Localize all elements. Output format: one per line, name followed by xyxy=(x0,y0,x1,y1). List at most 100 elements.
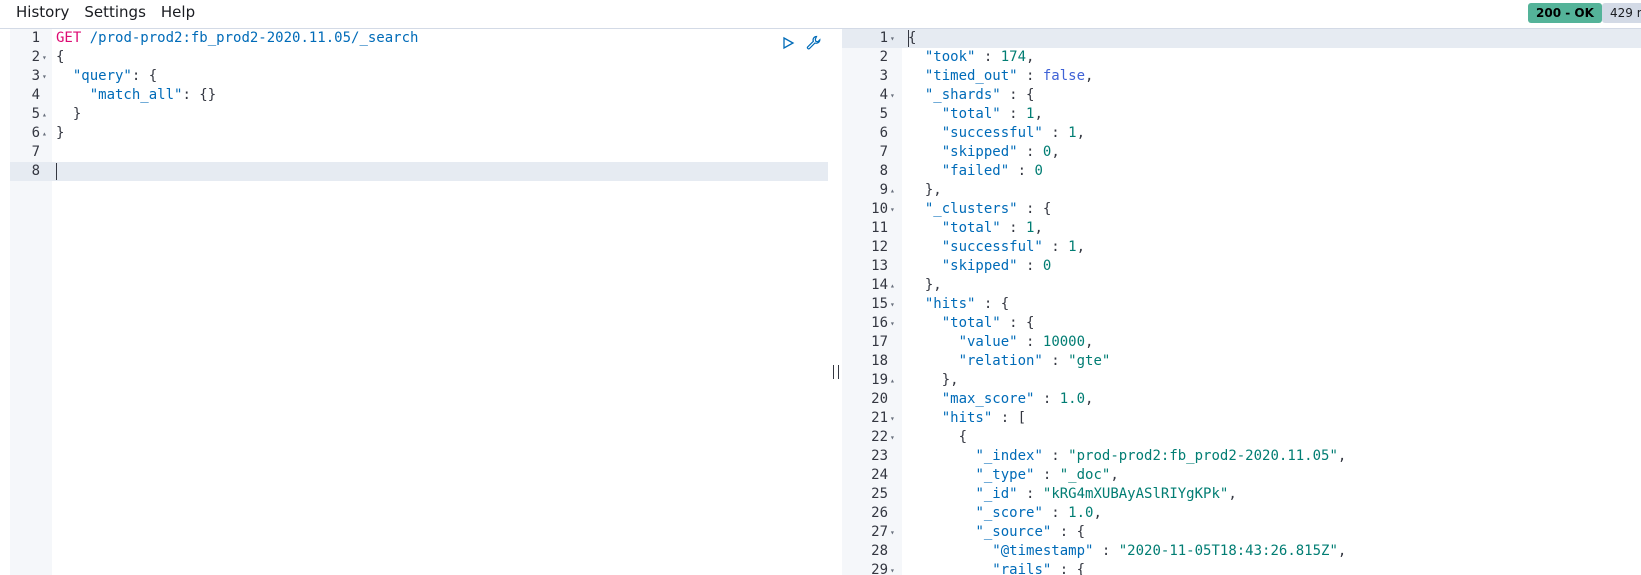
fold-open-icon[interactable]: ▾ xyxy=(42,48,47,67)
menu-history[interactable]: History xyxy=(16,0,69,26)
code-text: "_id" : "kRG4mXUBAyASlRIYgKPk", xyxy=(975,486,1237,502)
fold-open-icon[interactable]: ▾ xyxy=(890,86,895,105)
response-editor[interactable]: 1 ▾{2 "took" : 174, 3 "timed_out" : false,… xyxy=(842,29,1641,575)
response-code-line[interactable]: 21 ▾ "hits" : [ xyxy=(842,409,1641,428)
line-number: 29 xyxy=(871,562,888,575)
code-text: "timed_out" : false, xyxy=(924,68,1094,84)
code-text: "_shards" : { xyxy=(924,87,1035,103)
response-code-line[interactable]: 10 ▾ "_clusters" : { xyxy=(842,200,1641,219)
response-code-line[interactable]: 15 ▾ "hits" : { xyxy=(842,295,1641,314)
code-text: "match_all": {} xyxy=(89,87,217,103)
response-code-line[interactable]: 17 "value" : 10000, xyxy=(842,333,1641,352)
response-code-line[interactable]: 24 "_type" : "_doc", xyxy=(842,466,1641,485)
code-text: "_type" : "_doc", xyxy=(975,467,1119,483)
line-number: 9 xyxy=(879,182,888,198)
request-code-line[interactable]: 1 GET /prod-prod2:fb_prod2-2020.11.05/_se… xyxy=(0,29,828,48)
fold-open-icon[interactable]: ▾ xyxy=(890,29,895,48)
request-code-line[interactable]: 2 ▾ { xyxy=(0,48,828,67)
fold-open-icon[interactable]: ▾ xyxy=(890,523,895,542)
request-code-line[interactable]: 3 ▾ "query": { xyxy=(0,67,828,86)
response-code-line[interactable]: 11 "total" : 1, xyxy=(842,219,1641,238)
response-code-line[interactable]: 25 "_id" : "kRG4mXUBAyASlRIYgKPk", xyxy=(842,485,1641,504)
resize-handle-icon[interactable] xyxy=(833,365,839,379)
request-code-line[interactable]: 4 "match_all": {} xyxy=(0,86,828,105)
wrench-icon[interactable] xyxy=(806,35,822,51)
response-code-line[interactable]: 1 ▾ { xyxy=(842,29,1641,48)
code-text: "relation" : "gte" xyxy=(958,353,1111,369)
response-code-line[interactable]: 20 "max_score" : 1.0, xyxy=(842,390,1641,409)
response-code-line[interactable]: 22 ▾ { xyxy=(842,428,1641,447)
line-number: 2 xyxy=(31,49,40,65)
line-number: 3 xyxy=(31,68,40,84)
fold-open-icon[interactable]: ▾ xyxy=(890,314,895,333)
response-code-line[interactable]: 7 "skipped" : 0, xyxy=(842,143,1641,162)
line-number: 28 xyxy=(871,543,888,559)
line-number: 22 xyxy=(871,429,888,445)
fold-close-icon[interactable]: ▴ xyxy=(42,124,47,143)
fold-close-icon[interactable]: ▴ xyxy=(890,276,895,295)
code-text: { xyxy=(908,429,968,445)
code-text: "hits" : { xyxy=(924,296,1010,312)
line-number: 1 xyxy=(31,30,40,46)
response-code-line[interactable]: 3 "timed_out" : false, xyxy=(842,67,1641,86)
fold-close-icon[interactable]: ▴ xyxy=(890,181,895,200)
code-text: "max_score" : 1.0, xyxy=(941,391,1094,407)
code-text: "_clusters" : { xyxy=(924,201,1052,217)
response-code-line[interactable]: 9 ▴ }, xyxy=(842,181,1641,200)
line-number: 7 xyxy=(879,144,888,160)
line-number: 6 xyxy=(31,125,40,141)
code-text: "skipped" : 0, xyxy=(941,144,1060,160)
line-number: 4 xyxy=(31,87,40,103)
request-code-line[interactable]: 8 xyxy=(10,162,828,181)
menu-help[interactable]: Help xyxy=(161,0,195,26)
request-actions xyxy=(780,35,822,51)
response-code-line[interactable]: 12 "successful" : 1, xyxy=(842,238,1641,257)
response-code-line[interactable]: 29 ▾ "rails" : { xyxy=(842,561,1641,575)
line-number: 27 xyxy=(871,524,888,540)
response-code-line[interactable]: 5 "total" : 1, xyxy=(842,105,1641,124)
code-text: "successful" : 1, xyxy=(941,239,1086,255)
response-code-line[interactable]: 18 "relation" : "gte" xyxy=(842,352,1641,371)
code-text: "_source" : { xyxy=(975,524,1086,540)
response-code-line[interactable]: 6 "successful" : 1, xyxy=(842,124,1641,143)
code-text: "_index" : "prod-prod2:fb_prod2-2020.11.… xyxy=(975,448,1347,464)
fold-close-icon[interactable]: ▴ xyxy=(890,371,895,390)
request-editor[interactable]: 1 GET /prod-prod2:fb_prod2-2020.11.05/_se… xyxy=(0,29,828,575)
response-code-line[interactable]: 16 ▾ "total" : { xyxy=(842,314,1641,333)
play-icon[interactable] xyxy=(780,35,796,51)
menu-settings[interactable]: Settings xyxy=(84,0,146,26)
code-text: "hits" : [ xyxy=(941,410,1027,426)
response-code-line[interactable]: 4 ▾ "_shards" : { xyxy=(842,86,1641,105)
line-number: 14 xyxy=(871,277,888,293)
response-code-line[interactable]: 2 "took" : 174, xyxy=(842,48,1641,67)
response-code-line[interactable]: 23 "_index" : "prod-prod2:fb_prod2-2020.… xyxy=(842,447,1641,466)
response-code-line[interactable]: 28 "@timestamp" : "2020-11-05T18:43:26.8… xyxy=(842,542,1641,561)
response-code-line[interactable]: 13 "skipped" : 0 xyxy=(842,257,1641,276)
response-code-line[interactable]: 26 "_score" : 1.0, xyxy=(842,504,1641,523)
line-number: 7 xyxy=(31,144,40,160)
response-code-line[interactable]: 8 "failed" : 0 xyxy=(842,162,1641,181)
request-code-line[interactable]: 7 xyxy=(0,143,828,162)
line-number: 17 xyxy=(871,334,888,350)
response-code-line[interactable]: 27 ▾ "_source" : { xyxy=(842,523,1641,542)
panel-resizer[interactable] xyxy=(828,29,842,575)
line-number: 1 xyxy=(879,30,888,46)
fold-open-icon[interactable]: ▾ xyxy=(42,67,47,86)
request-code-line[interactable]: 6 ▴} xyxy=(0,124,828,143)
fold-open-icon[interactable]: ▾ xyxy=(890,561,895,575)
fold-close-icon[interactable]: ▴ xyxy=(42,105,47,124)
fold-open-icon[interactable]: ▾ xyxy=(890,409,895,428)
line-number: 10 xyxy=(871,201,888,217)
fold-open-icon[interactable]: ▾ xyxy=(890,295,895,314)
code-text: }, xyxy=(908,372,959,388)
code-text: GET /prod-prod2:fb_prod2-2020.11.05/_sea… xyxy=(56,30,419,46)
fold-open-icon[interactable]: ▾ xyxy=(890,428,895,447)
code-text: }, xyxy=(908,182,942,198)
fold-open-icon[interactable]: ▾ xyxy=(890,200,895,219)
response-code-line[interactable]: 19 ▴ }, xyxy=(842,371,1641,390)
request-code-line[interactable]: 5 ▴ } xyxy=(0,105,828,124)
code-text: "_score" : 1.0, xyxy=(975,505,1102,521)
response-code-line[interactable]: 14 ▴ }, xyxy=(842,276,1641,295)
code-text: } xyxy=(56,125,65,141)
response-time-badge: 429 ms xyxy=(1602,3,1641,23)
